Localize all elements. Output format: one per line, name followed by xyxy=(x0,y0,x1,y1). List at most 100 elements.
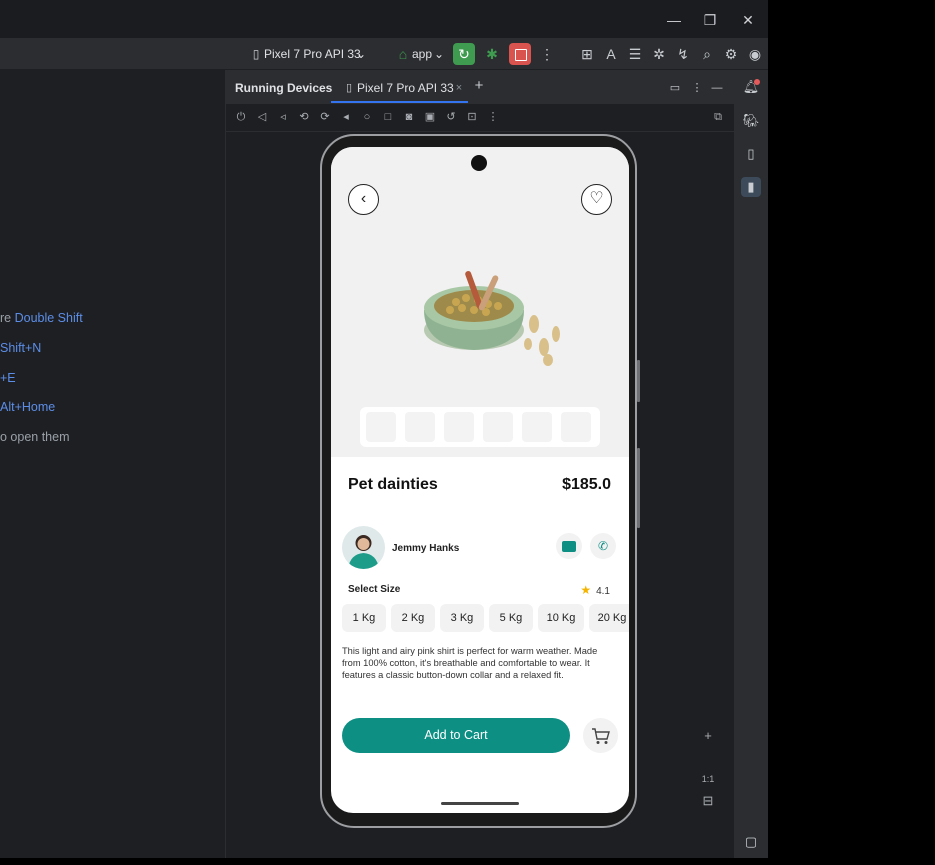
android-icon: ⌂ xyxy=(398,46,408,62)
thumbnail-5[interactable] xyxy=(522,412,552,442)
thumbnail-1[interactable] xyxy=(366,412,396,442)
more-vertical-icon[interactable]: ⋮ xyxy=(486,110,500,124)
device-tabs: Running Devices ▯ Pixel 7 Pro API 33 × +… xyxy=(226,70,734,104)
close-tab-icon[interactable]: × xyxy=(452,81,466,95)
device-icon: ▯ xyxy=(345,82,353,94)
power-icon[interactable]: ⏻ xyxy=(234,110,248,124)
home-indicator xyxy=(441,802,519,805)
active-tab-indicator xyxy=(331,101,468,103)
title-bar: — ❐ ✕ xyxy=(0,0,768,38)
star-icon: ★ xyxy=(580,583,592,597)
thumbnail-3[interactable] xyxy=(444,412,474,442)
seller-name: Jemmy Hanks xyxy=(392,543,460,554)
volume-up-icon[interactable]: ◁ xyxy=(255,110,269,124)
running-devices-icon[interactable]: ▮ xyxy=(741,177,761,197)
run-config-selector[interactable]: app xyxy=(412,47,432,61)
cart-button[interactable] xyxy=(583,718,618,753)
hint-go-to-file: Shift+N xyxy=(0,341,41,355)
thumbnail-4[interactable] xyxy=(483,412,513,442)
minimize-icon[interactable]: — xyxy=(664,10,684,30)
zoom-one-to-one-button[interactable]: 1:1 xyxy=(698,769,718,789)
device-controls-toolbar: ⏻ ◁ ◃ ⟲ ⟳ ◂ ○ □ ◙ ▣ ↺ ⊡ ⋮ ⧉ xyxy=(226,104,734,132)
call-button[interactable]: ✆ xyxy=(590,533,616,559)
rerun-button[interactable]: ↻ xyxy=(453,43,475,65)
zoom-fit-icon[interactable]: ⊟ xyxy=(698,791,718,811)
hint-search-everywhere: re Double Shift xyxy=(0,311,83,325)
add-to-cart-button[interactable]: Add to Cart xyxy=(342,718,570,753)
product-description: This light and airy pink shirt is perfec… xyxy=(342,646,598,680)
camera-cutout xyxy=(471,155,487,171)
phone-frame: ‹ ♡ Pet dainties $185.0 Jemmy Hanks ✆ Se… xyxy=(320,134,637,828)
product-title: Pet dainties xyxy=(348,476,438,493)
back-icon[interactable]: ◂ xyxy=(339,110,353,124)
notification-badge xyxy=(754,79,760,85)
size-chip[interactable]: 20 Kg xyxy=(589,604,629,632)
tab-pixel-7-pro[interactable]: Pixel 7 Pro API 33 xyxy=(357,81,454,95)
size-chip[interactable]: 1 Kg xyxy=(342,604,386,632)
hint-text: o open them xyxy=(0,430,70,444)
thumbnail-6[interactable] xyxy=(561,412,591,442)
tab-running-devices[interactable]: Running Devices xyxy=(235,81,332,95)
search-icon[interactable]: ⌕ xyxy=(697,44,717,64)
profiler-icon[interactable]: ↯ xyxy=(673,44,693,64)
editor-welcome-panel: re Double Shift Shift+N +E Alt+Home o op… xyxy=(0,70,226,858)
debug-icon[interactable]: ✱ xyxy=(482,44,502,64)
cart-icon xyxy=(591,728,610,744)
bug-icon[interactable]: ✲ xyxy=(649,44,669,64)
phone-power-button xyxy=(637,360,640,402)
thumbnail-2[interactable] xyxy=(405,412,435,442)
snapshot-icon[interactable]: ↺ xyxy=(444,110,458,124)
hint-shortcut: +E xyxy=(0,371,16,385)
screen-stage: — ❐ ✕ ▯ Pixel 7 Pro API 33 ⌄ ⌂ app ⌄ ✱ ⋮… xyxy=(0,0,935,865)
hide-panel-icon[interactable]: — xyxy=(710,81,724,95)
chat-button[interactable] xyxy=(556,533,582,559)
product-price: $185.0 xyxy=(562,476,611,493)
home-icon[interactable]: ○ xyxy=(360,110,374,124)
rotate-left-icon[interactable]: ⟲ xyxy=(297,110,311,124)
restore-icon[interactable]: ❐ xyxy=(700,10,720,30)
overview-icon[interactable]: □ xyxy=(381,110,395,124)
size-chip[interactable]: 2 Kg xyxy=(391,604,435,632)
size-chip[interactable]: 5 Kg xyxy=(489,604,533,632)
more-vertical-icon[interactable]: ⋮ xyxy=(690,81,704,95)
add-tab-icon[interactable]: + xyxy=(472,78,486,93)
phone-screen: ‹ ♡ Pet dainties $185.0 Jemmy Hanks ✆ Se… xyxy=(331,147,629,813)
back-button[interactable]: ‹ xyxy=(348,184,379,215)
hint-shortcut: Alt+Home xyxy=(0,400,56,414)
stop-button[interactable] xyxy=(509,43,531,65)
size-chip[interactable]: 3 Kg xyxy=(440,604,484,632)
image-thumbnail-strip xyxy=(360,407,600,447)
account-icon[interactable]: ◉ xyxy=(745,44,765,64)
close-icon[interactable]: ✕ xyxy=(738,10,758,30)
product-image-area: ‹ ♡ xyxy=(331,147,629,457)
main-toolbar: ▯ Pixel 7 Pro API 33 ⌄ ⌂ app ⌄ ✱ ⋮ ⊞ A ☰… xyxy=(0,38,768,70)
select-size-label: Select Size xyxy=(348,584,401,595)
phone-icon: ✆ xyxy=(597,539,609,553)
right-tool-strip: 🔔︎ 🐘︎ ▯ ▮ ▢ xyxy=(734,70,768,858)
mirror-icon[interactable]: ⧉ xyxy=(711,110,725,124)
volume-down-icon[interactable]: ◃ xyxy=(276,110,290,124)
translate-icon[interactable]: A xyxy=(601,44,621,64)
chat-icon[interactable]: ▢ xyxy=(741,832,761,852)
zoom-in-icon[interactable]: + xyxy=(698,726,718,746)
device-manager-icon[interactable]: ▯ xyxy=(741,144,761,164)
favorite-button[interactable]: ♡ xyxy=(581,184,612,215)
size-chip[interactable]: 10 Kg xyxy=(538,604,584,632)
maximize-icon[interactable]: ▭ xyxy=(668,81,682,95)
format-icon[interactable]: ☰ xyxy=(625,44,645,64)
device-selector[interactable]: Pixel 7 Pro API 33 xyxy=(264,47,361,61)
gradle-icon[interactable]: 🐘︎ xyxy=(741,111,761,131)
settings-gear-icon[interactable]: ⚙ xyxy=(721,44,741,64)
more-vertical-icon[interactable]: ⋮ xyxy=(537,44,557,64)
screenshot-icon[interactable]: ◙ xyxy=(402,110,416,124)
rotate-right-icon[interactable]: ⟳ xyxy=(318,110,332,124)
chevron-down-icon: ⌄ xyxy=(356,47,367,61)
screen-record-icon[interactable]: ▣ xyxy=(423,110,437,124)
hint-navigation-bar: Alt+Home xyxy=(0,400,55,414)
device-icon: ▯ xyxy=(252,47,260,61)
layout-inspector-icon[interactable]: ⊞ xyxy=(577,44,597,64)
device-settings-icon[interactable]: ⊡ xyxy=(465,110,479,124)
hint-recent-files: +E xyxy=(0,371,16,385)
hint-text: re xyxy=(0,311,15,325)
hint-shortcut: Shift+N xyxy=(0,341,42,355)
